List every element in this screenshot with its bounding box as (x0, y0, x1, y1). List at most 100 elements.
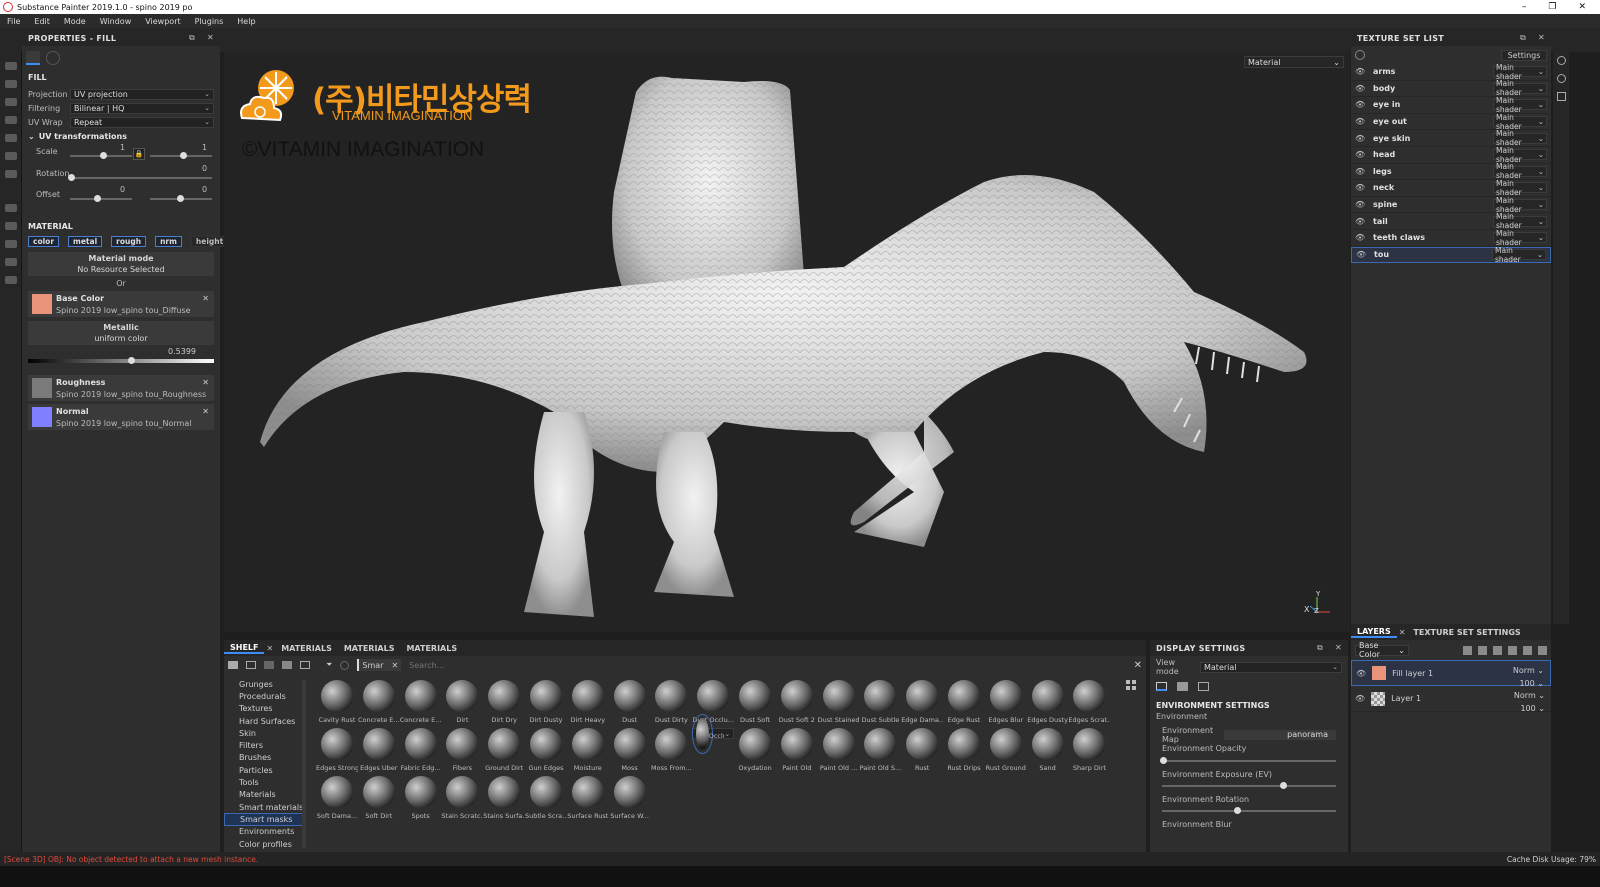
smart-mask-item[interactable]: Oxydation (734, 728, 776, 772)
shelf-category-tools[interactable]: Tools (224, 776, 306, 788)
smart-mask-item[interactable]: Dust Occlu... (692, 680, 734, 724)
display-settings-icon[interactable] (1556, 56, 1566, 65)
environment-exposure-slider[interactable] (1162, 782, 1336, 789)
smart-mask-item[interactable]: Stain Scratc... (441, 776, 483, 820)
shelf-category-smart-masks[interactable]: Smart masks (224, 813, 306, 826)
channel-height[interactable]: height (190, 236, 229, 247)
close-panel-icon[interactable]: ✕ (207, 33, 214, 43)
smart-mask-item[interactable]: Fabric Edg... (400, 728, 442, 772)
geometry-fill-icon[interactable] (4, 116, 17, 124)
maximize-button[interactable]: ❐ (1548, 2, 1556, 12)
new-shelf-icon[interactable] (246, 661, 256, 669)
base-color-swatch[interactable] (32, 294, 52, 314)
smart-mask-item[interactable]: Moss (609, 728, 651, 772)
smart-mask-item[interactable]: Dirt Dusty (525, 680, 567, 724)
shelf-category-grunges[interactable]: Grunges (224, 678, 306, 690)
float-panel-icon[interactable]: ⧉ (1317, 643, 1323, 653)
smart-mask-item[interactable]: Edges Scrat... (1068, 680, 1110, 724)
grid-icon[interactable] (264, 661, 274, 669)
environment-map-slot[interactable]: panorama (1224, 730, 1336, 740)
metallic-slider[interactable] (28, 357, 214, 364)
smart-mask-item[interactable]: Rust Drips (943, 728, 985, 772)
float-panel-icon[interactable]: ⧉ (1520, 33, 1526, 43)
shader-select[interactable]: Main shader ⌄ (1493, 212, 1547, 230)
shelf-category-procedurals[interactable]: Procedurals (224, 690, 306, 702)
texture-set-row-tou[interactable]: 👁 tou Main shader ⌄ (1351, 246, 1551, 264)
smart-mask-item[interactable]: Dirt Dry (483, 680, 525, 724)
metallic-slot[interactable]: Metallic uniform color (28, 321, 214, 345)
delete-layer-icon[interactable] (1538, 645, 1547, 655)
close-search-icon[interactable]: ✕ (1134, 660, 1142, 671)
smart-mask-item[interactable]: Soft Dirt (358, 776, 400, 820)
base-color-slot[interactable]: Base Color Spino 2019 low_spino tou_Diffu… (28, 291, 214, 317)
close-panel-icon[interactable]: ✕ (1538, 33, 1545, 43)
texture-set-row-arms[interactable]: 👁 arms Main shader ⌄ (1351, 63, 1551, 81)
refresh-icon[interactable] (340, 660, 350, 670)
smart-mask-item[interactable]: Edge Rust (943, 680, 985, 724)
menu-plugins[interactable]: Plugins (188, 17, 231, 26)
history-icon[interactable] (1556, 74, 1566, 83)
menu-viewport[interactable]: Viewport (138, 17, 187, 26)
smart-mask-item[interactable]: Dust Soft (734, 680, 776, 724)
menu-edit[interactable]: Edit (27, 17, 57, 26)
channel-select[interactable]: Base Color ⌄ (1355, 641, 1409, 659)
hide-icon[interactable] (282, 661, 292, 669)
add-mask-icon[interactable] (1478, 645, 1487, 655)
normal-slot[interactable]: Normal Spino 2019 low_spino tou_Normal ✕ (28, 404, 214, 430)
environment-rotation-slider[interactable] (1162, 807, 1336, 814)
texture-set-row-tail[interactable]: 👁 tail Main shader ⌄ (1351, 212, 1551, 230)
shelf-category-particles[interactable]: Particles (224, 764, 306, 776)
material-mode-slot[interactable]: Material mode No Resource Selected (28, 252, 214, 276)
smart-mask-item[interactable]: Dust Soft 2 (776, 680, 818, 724)
smart-mask-item[interactable]: Gun Edges (525, 728, 567, 772)
visibility-icon[interactable]: 👁 (1355, 117, 1365, 126)
shelf-category-color-profiles[interactable]: Color profiles (224, 838, 306, 850)
clear-filter-icon[interactable]: ✕ (391, 661, 398, 670)
categories-scrollbar[interactable] (302, 680, 306, 848)
smart-mask-item[interactable]: Edges Dusty (1027, 680, 1069, 724)
smart-mask-item[interactable]: Sand (1027, 728, 1069, 772)
visibility-icon[interactable]: 👁 (1355, 67, 1365, 76)
tab-texture-set-settings[interactable]: TEXTURE SET SETTINGS (1407, 628, 1526, 637)
environment-tab-icon[interactable] (1156, 681, 1167, 691)
viewer-settings-icon[interactable] (1198, 681, 1209, 691)
plugin-icon[interactable] (4, 258, 17, 266)
roughness-slot[interactable]: Roughness Spino 2019 low_spino tou_Roughn… (28, 375, 214, 401)
tab-shelf[interactable]: SHELF (224, 643, 265, 654)
shelf-category-smart-materials[interactable]: Smart materials (224, 801, 306, 813)
smart-mask-item[interactable]: Concrete E... (358, 680, 400, 724)
smart-mask-item[interactable]: Dirt Heavy (567, 680, 609, 724)
material-picker-icon[interactable] (4, 170, 17, 178)
tab-materials-1[interactable]: MATERIALS (275, 644, 338, 653)
smart-mask-item[interactable]: Concrete E... (400, 680, 442, 724)
texture-set-row-eye-out[interactable]: 👁 eye out Main shader ⌄ (1351, 113, 1551, 131)
add-effect-icon[interactable] (1463, 645, 1472, 655)
import-icon[interactable] (300, 661, 310, 669)
remove-roughness-icon[interactable]: ✕ (202, 378, 209, 387)
smart-mask-item[interactable]: Fibers (441, 728, 483, 772)
shader-select[interactable]: Main shader ⌄ (1493, 63, 1547, 81)
texture-set-row-neck[interactable]: 👁 neck Main shader ⌄ (1351, 179, 1551, 197)
menu-window[interactable]: Window (93, 17, 139, 26)
shelf-category-brushes[interactable]: Brushes (224, 752, 306, 764)
smart-mask-item[interactable]: Paint Old S... (859, 728, 901, 772)
visibility-icon[interactable]: 👁 (1355, 183, 1365, 192)
smart-mask-item[interactable]: Surface W... (609, 776, 651, 820)
smart-mask-item[interactable]: Edges Strong (316, 728, 358, 772)
visibility-icon[interactable]: 👁 (1355, 233, 1365, 242)
folder-icon[interactable] (228, 661, 238, 669)
tab-layers[interactable]: LAYERS (1351, 627, 1397, 638)
smart-mask-item[interactable]: Rust Ground (985, 728, 1027, 772)
shader-select[interactable]: Main shader ⌄ (1493, 229, 1547, 247)
shader-select[interactable]: Main shader ⌄ (1493, 96, 1547, 114)
remove-normal-icon[interactable]: ✕ (202, 407, 209, 416)
shelf-category-skin[interactable]: Skin (224, 727, 306, 739)
channel-rough[interactable]: rough (111, 236, 147, 247)
channel-nrm[interactable]: nrm (155, 236, 182, 247)
visibility-icon[interactable]: 👁 (1356, 250, 1366, 259)
menu-file[interactable]: File (0, 17, 27, 26)
texture-set-row-eye-in[interactable]: 👁 eye in Main shader ⌄ (1351, 96, 1551, 114)
menu-help[interactable]: Help (230, 17, 262, 26)
texture-set-row-legs[interactable]: 👁 legs Main shader ⌄ (1351, 162, 1551, 180)
texture-set-row-teeth-claws[interactable]: 👁 teeth claws Main shader ⌄ (1351, 229, 1551, 247)
